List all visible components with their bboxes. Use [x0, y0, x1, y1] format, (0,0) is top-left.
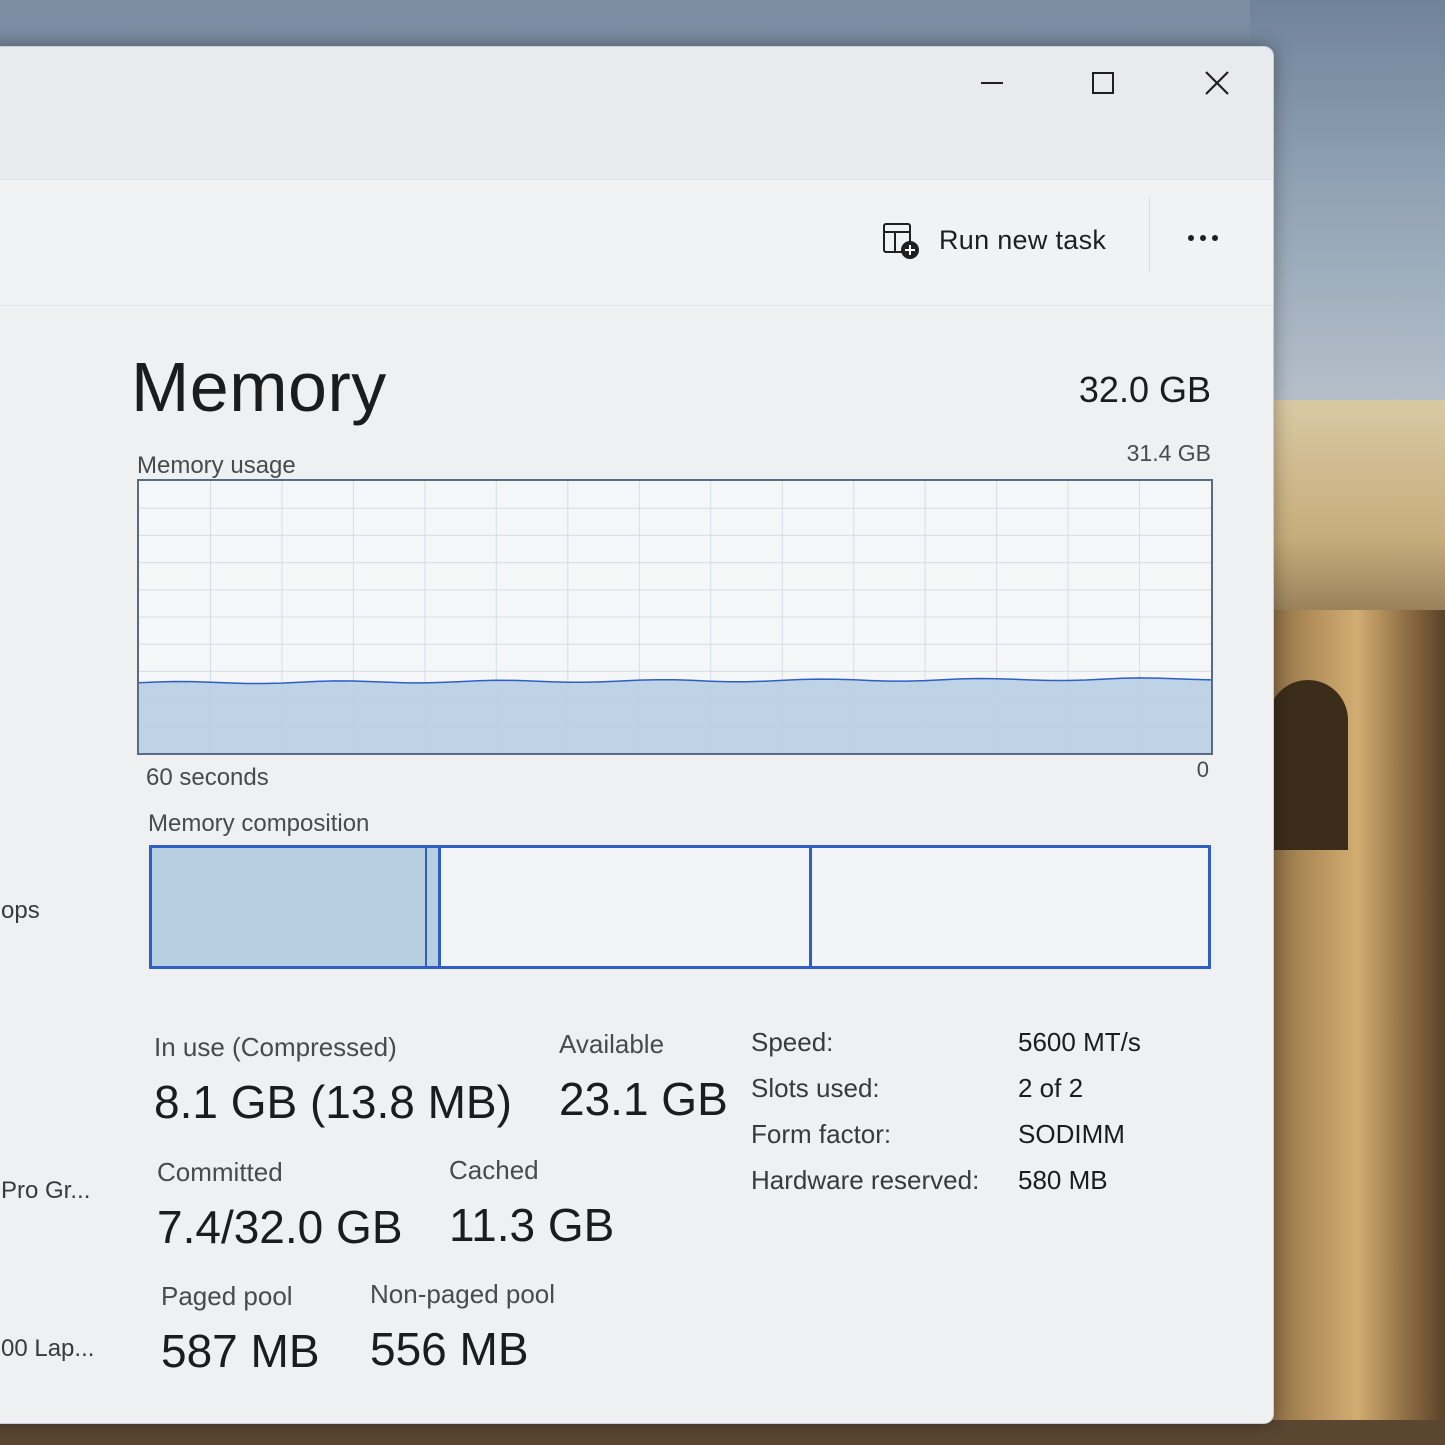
title-bar[interactable] [0, 47, 1273, 179]
cached-value: 11.3 GB [449, 1199, 615, 1251]
maximize-button[interactable] [1075, 65, 1131, 101]
speed-value: 5600 MT/s [1018, 1027, 1141, 1057]
composition-free [812, 848, 1208, 966]
wallpaper-sky [1250, 0, 1445, 430]
minimize-button[interactable] [964, 65, 1020, 101]
wallpaper-town [1250, 400, 1445, 630]
sidebar-item-gpu[interactable]: Pro Gr... [1, 1177, 90, 1205]
memory-composition-label: Memory composition [148, 810, 370, 837]
close-icon [1205, 71, 1229, 95]
run-new-task-button[interactable]: Run new task [881, 218, 1106, 262]
memory-usage-label: Memory usage [137, 452, 296, 479]
command-bar: Run new task [0, 179, 1273, 306]
hardware-reserved-value: 580 MB [1018, 1165, 1108, 1195]
in-use-value: 8.1 GB (13.8 MB) [154, 1076, 512, 1128]
memory-usage-graph [137, 479, 1213, 755]
cached-label: Cached [449, 1155, 539, 1185]
sidebar-item-apps[interactable]: ops [1, 897, 40, 925]
paged-pool-label: Paged pool [161, 1281, 293, 1311]
hardware-reserved-label: Hardware reserved: [751, 1165, 980, 1195]
available-label: Available [559, 1029, 665, 1059]
total-memory: 32.0 GB [1078, 369, 1211, 410]
run-new-task-label: Run new task [939, 224, 1107, 255]
sidebar-item-laptop[interactable]: 00 Lap... [1, 1335, 94, 1363]
more-options-icon [1188, 235, 1194, 241]
form-factor-value: SODIMM [1018, 1119, 1125, 1149]
time-span-label: 60 seconds [146, 764, 269, 791]
speed-label: Speed: [751, 1027, 834, 1057]
usage-graph-svg [139, 481, 1211, 753]
available-value: 23.1 GB [559, 1073, 728, 1125]
memory-composition-bar [149, 845, 1211, 969]
maximize-icon [1092, 72, 1114, 94]
graph-max-label: 31.4 GB [1126, 440, 1211, 466]
composition-in-use [152, 848, 427, 966]
committed-value: 7.4/32.0 GB [157, 1201, 403, 1253]
close-button[interactable] [1189, 65, 1245, 101]
usage-area [139, 677, 1211, 753]
run-task-icon [883, 223, 919, 259]
command-separator [1149, 198, 1150, 273]
page-title: Memory [131, 348, 387, 426]
more-options-button[interactable] [1179, 220, 1227, 256]
wallpaper-arch [1268, 680, 1348, 850]
graph-zero-label: 0 [1196, 757, 1209, 782]
in-use-label: In use (Compressed) [154, 1032, 397, 1062]
minimize-icon [981, 82, 1003, 84]
slots-used-label: Slots used: [751, 1073, 880, 1103]
slots-used-value: 2 of 2 [1018, 1073, 1084, 1103]
task-manager-window: Run new task ops Pro Gr... 00 Lap... Mem… [0, 46, 1274, 1424]
committed-label: Committed [157, 1157, 283, 1187]
form-factor-label: Form factor: [751, 1119, 892, 1149]
composition-modified [427, 848, 441, 966]
non-paged-pool-value: 556 MB [370, 1323, 529, 1375]
non-paged-pool-label: Non-paged pool [370, 1279, 556, 1309]
paged-pool-value: 587 MB [161, 1325, 320, 1377]
composition-standby [441, 848, 812, 966]
